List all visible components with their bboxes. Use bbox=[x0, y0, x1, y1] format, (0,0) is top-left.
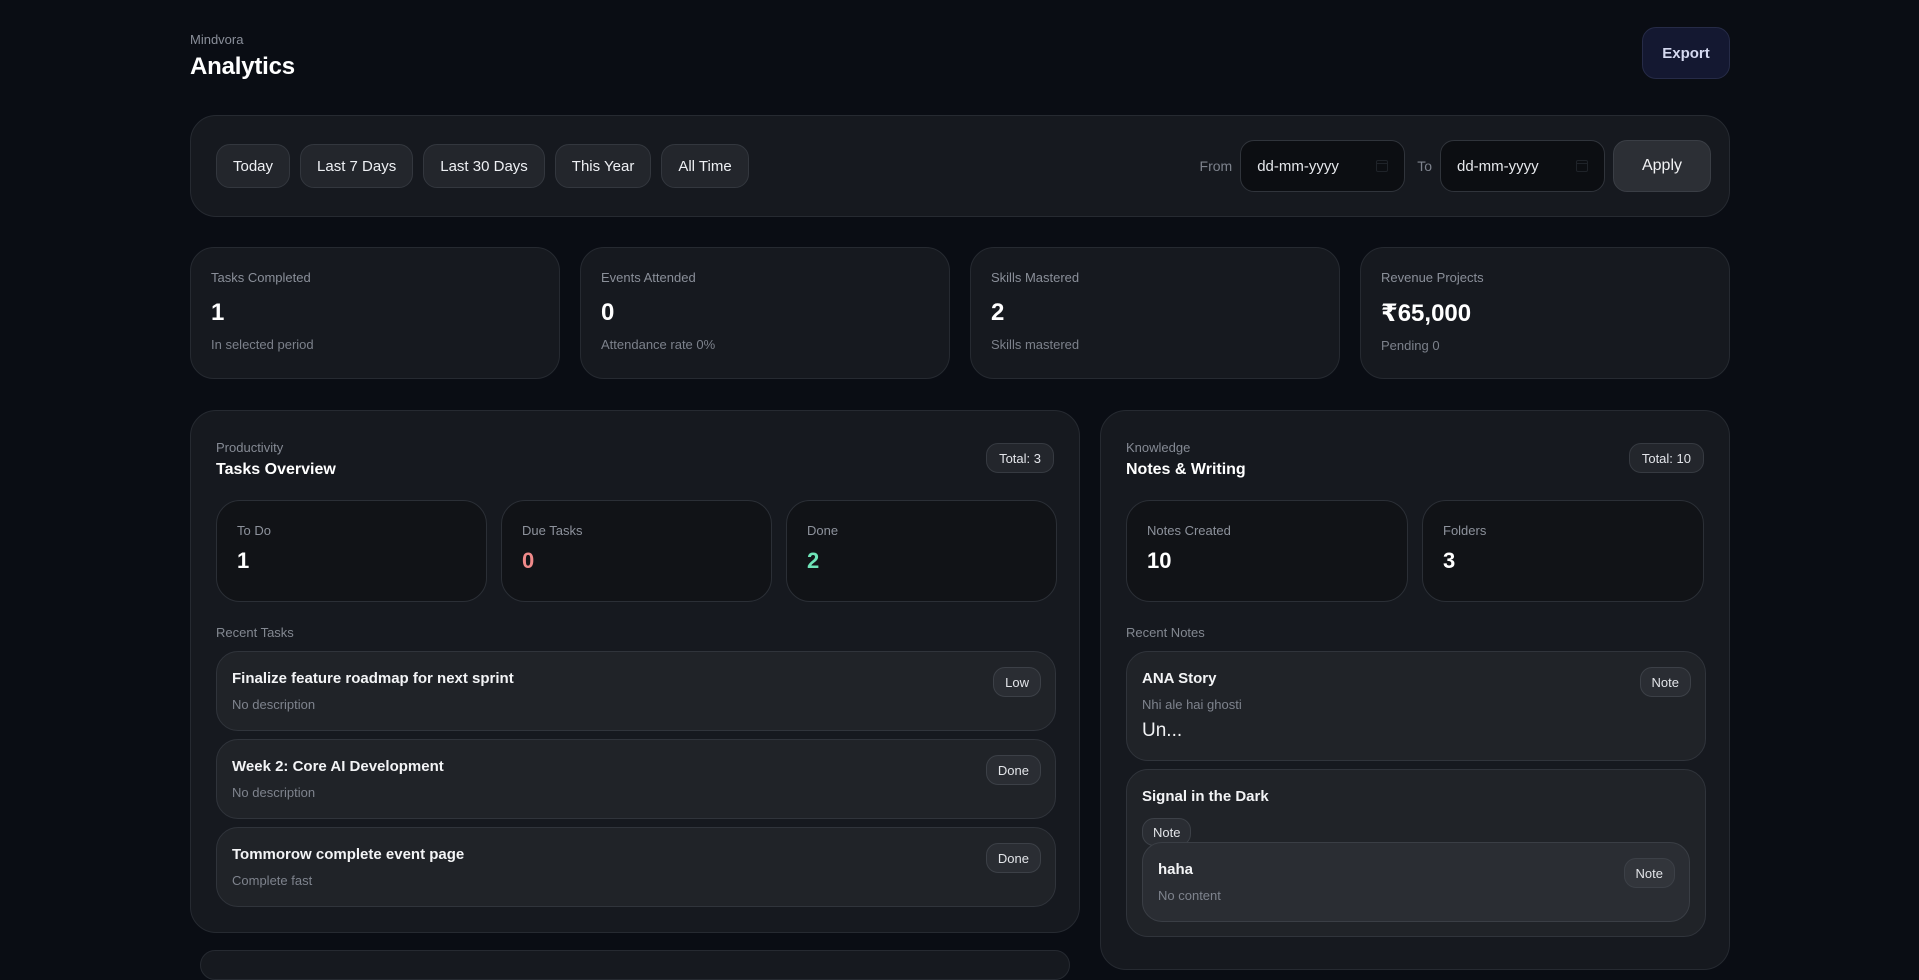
metric-notes-created: Notes Created 10 bbox=[1126, 500, 1408, 602]
to-date-input[interactable]: dd-mm-yyyy bbox=[1440, 140, 1605, 192]
from-date-placeholder: dd-mm-yyyy bbox=[1257, 157, 1339, 175]
note-item[interactable]: Signal in the Dark Note haha No content … bbox=[1126, 769, 1706, 937]
calendar-icon[interactable] bbox=[1376, 160, 1389, 172]
panel-title: Tasks Overview bbox=[216, 461, 336, 478]
analytics-page: Mindvora Analytics Export Today Last 7 D… bbox=[190, 0, 1730, 980]
stat-value: 2 bbox=[991, 299, 1005, 326]
brand-name: Mindvora bbox=[190, 32, 244, 47]
section-label: Recent Tasks bbox=[216, 625, 294, 640]
from-date-input[interactable]: dd-mm-yyyy bbox=[1240, 140, 1406, 192]
metric-folders: Folders 3 bbox=[1422, 500, 1704, 602]
note-title: Signal in the Dark bbox=[1142, 788, 1269, 805]
task-description: No description bbox=[232, 785, 316, 800]
stat-value: 0 bbox=[601, 299, 615, 326]
panel-kicker: Productivity bbox=[216, 440, 284, 455]
apply-button[interactable]: Apply bbox=[1613, 140, 1711, 192]
metric-due-tasks: Due Tasks 0 bbox=[501, 500, 772, 602]
to-label: To bbox=[1417, 158, 1432, 174]
task-item[interactable]: Finalize feature roadmap for next sprint… bbox=[216, 651, 1056, 731]
page-title: Analytics bbox=[190, 53, 295, 80]
priority-badge: Low bbox=[993, 667, 1041, 697]
task-description: No description bbox=[232, 697, 316, 712]
export-button[interactable]: Export bbox=[1642, 27, 1730, 79]
nested-note-item[interactable]: haha No content Note bbox=[1142, 842, 1690, 922]
metric-value: 2 bbox=[807, 548, 820, 573]
stat-card-revenue-projects: Revenue Projects ₹65,000 Pending 0 bbox=[1360, 247, 1730, 379]
panel-title: Notes & Writing bbox=[1126, 461, 1246, 478]
stat-subtext: Pending 0 bbox=[1381, 338, 1440, 353]
task-description: Complete fast bbox=[232, 873, 313, 888]
metric-label: Notes Created bbox=[1147, 523, 1231, 538]
panel-kicker: Knowledge bbox=[1126, 440, 1191, 455]
note-badge: Note bbox=[1639, 667, 1691, 697]
metric-label: Done bbox=[807, 523, 839, 538]
task-item[interactable]: Tommorow complete event page Complete fa… bbox=[216, 827, 1056, 907]
range-today-button[interactable]: Today bbox=[216, 144, 291, 188]
range-this-year-button[interactable]: This Year bbox=[554, 144, 652, 188]
stat-subtext: Skills mastered bbox=[991, 337, 1080, 352]
from-label: From bbox=[1199, 158, 1233, 174]
page-header: Mindvora Analytics Export bbox=[190, 0, 1730, 115]
task-title: Tommorow complete event page bbox=[232, 846, 465, 863]
note-excerpt: No content bbox=[1158, 888, 1221, 903]
total-badge: Total: 3 bbox=[986, 443, 1054, 473]
metric-label: To Do bbox=[237, 523, 271, 538]
date-filter-bar: Today Last 7 Days Last 30 Days This Year… bbox=[190, 115, 1730, 217]
custom-date-range: From dd-mm-yyyy To dd-mm-yyyy Apply bbox=[1188, 140, 1711, 192]
note-metrics: Notes Created 10 Folders 3 bbox=[1126, 500, 1704, 602]
range-all-time-button[interactable]: All Time bbox=[661, 144, 749, 188]
task-metrics: To Do 1 Due Tasks 0 Done 2 bbox=[216, 500, 1057, 602]
note-excerpt: Nhi ale hai ghosti bbox=[1142, 697, 1242, 712]
metric-done: Done 2 bbox=[786, 500, 1057, 602]
stat-card-tasks-completed: Tasks Completed 1 In selected period bbox=[190, 247, 560, 379]
stat-card-skills-mastered: Skills Mastered 2 Skills mastered bbox=[970, 247, 1340, 379]
stat-subtext: In selected period bbox=[211, 337, 314, 352]
to-date-placeholder: dd-mm-yyyy bbox=[1457, 157, 1539, 175]
tasks-overview-panel: Productivity Tasks Overview Total: 3 To … bbox=[190, 410, 1080, 933]
task-title: Finalize feature roadmap for next sprint bbox=[232, 670, 514, 687]
range-last-30-days-button[interactable]: Last 30 Days bbox=[423, 144, 545, 188]
metric-to-do: To Do 1 bbox=[216, 500, 487, 602]
stat-label: Tasks Completed bbox=[211, 270, 311, 285]
stat-cards: Tasks Completed 1 In selected period Eve… bbox=[190, 247, 1730, 379]
note-badge: Note bbox=[1623, 858, 1675, 888]
calendar-icon[interactable] bbox=[1576, 160, 1588, 172]
stat-card-events-attended: Events Attended 0 Attendance rate 0% bbox=[580, 247, 950, 379]
stat-label: Skills Mastered bbox=[991, 270, 1080, 285]
metric-value: 3 bbox=[1443, 548, 1456, 573]
stat-label: Revenue Projects bbox=[1381, 270, 1484, 285]
note-title: haha bbox=[1158, 861, 1194, 878]
metric-label: Due Tasks bbox=[522, 523, 583, 538]
recent-notes-list: ANA Story Nhi ale hai ghosti Un... Note … bbox=[1126, 651, 1706, 937]
metric-value: 1 bbox=[237, 548, 250, 573]
note-preview-text: Un... bbox=[1142, 720, 1183, 741]
note-item[interactable]: ANA Story Nhi ale hai ghosti Un... Note bbox=[1126, 651, 1706, 761]
note-title: ANA Story bbox=[1142, 670, 1217, 687]
range-chips: Today Last 7 Days Last 30 Days This Year… bbox=[216, 144, 749, 188]
section-label: Recent Notes bbox=[1126, 625, 1205, 640]
next-panel-edge bbox=[200, 950, 1070, 980]
stat-label: Events Attended bbox=[601, 270, 696, 285]
stat-value: 1 bbox=[211, 299, 225, 326]
metric-label: Folders bbox=[1443, 523, 1487, 538]
metric-value: 0 bbox=[522, 548, 535, 573]
status-badge: Done bbox=[985, 843, 1041, 873]
recent-tasks-list: Finalize feature roadmap for next sprint… bbox=[216, 651, 1056, 907]
range-last-7-days-button[interactable]: Last 7 Days bbox=[300, 144, 414, 188]
stat-subtext: Attendance rate 0% bbox=[601, 337, 716, 352]
task-title: Week 2: Core AI Development bbox=[232, 758, 444, 775]
status-badge: Done bbox=[985, 755, 1041, 785]
total-badge: Total: 10 bbox=[1628, 443, 1704, 473]
stat-value: ₹65,000 bbox=[1381, 300, 1472, 327]
metric-value: 10 bbox=[1147, 548, 1172, 573]
notes-writing-panel: Knowledge Notes & Writing Total: 10 Note… bbox=[1100, 410, 1730, 970]
task-item[interactable]: Week 2: Core AI Development No descripti… bbox=[216, 739, 1056, 819]
